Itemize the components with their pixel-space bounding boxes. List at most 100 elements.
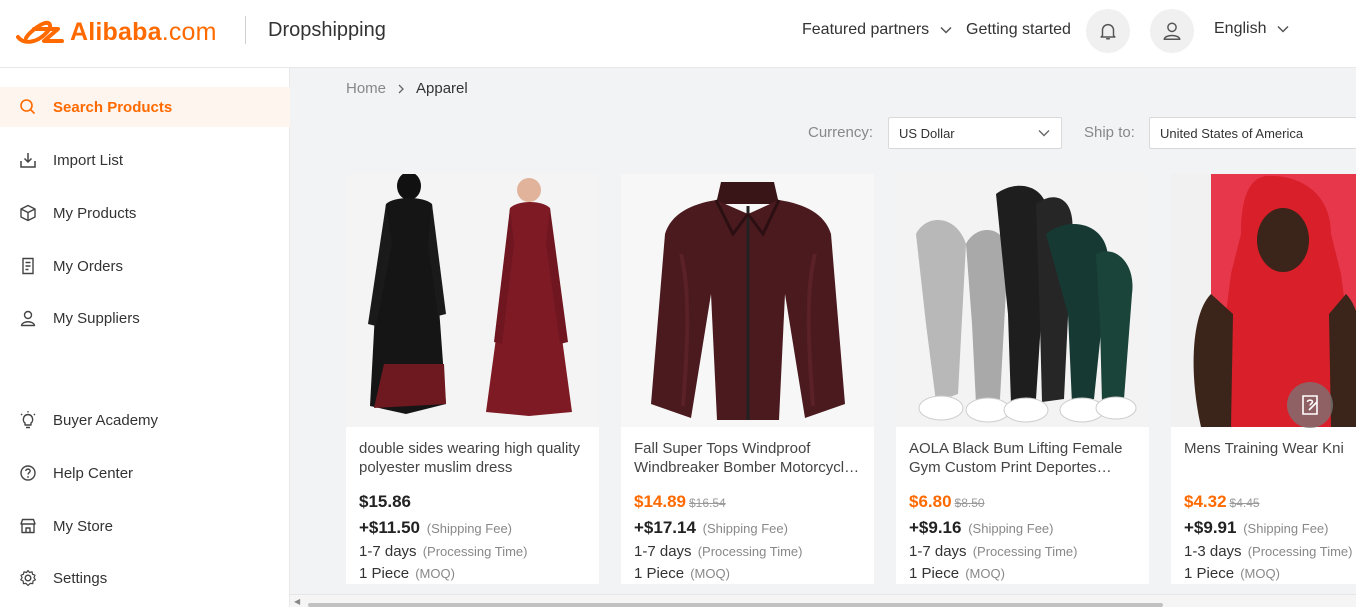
price-value: $6.80 [909, 492, 952, 511]
logo-text: Alibaba.com [70, 17, 217, 46]
processing-note: (Processing Time) [1247, 544, 1353, 559]
sidebar-item-settings[interactable]: Settings [0, 558, 290, 598]
moq-value: 1 Piece [634, 565, 685, 582]
moq-value: 1 Piece [1184, 565, 1235, 582]
product-image[interactable] [346, 174, 599, 427]
alibaba-logo[interactable]: Alibaba.com [14, 16, 217, 48]
store-icon [20, 518, 36, 534]
price-value: $4.32 [1184, 492, 1227, 511]
sidebar-item-label: Import List [53, 151, 124, 169]
moq: 1 Piece (MOQ) [634, 565, 861, 582]
product-card[interactable]: Mens Training Wear Knitted Cotton Sports… [1171, 174, 1356, 584]
product-card[interactable]: AOLA Black Bum Lifting Female Gym Custom… [896, 174, 1149, 584]
processing-time: 1-7 days (Processing Time) [634, 543, 861, 560]
price-value: $14.89 [634, 492, 686, 511]
search-icon [20, 99, 36, 115]
notifications-button[interactable] [1086, 9, 1130, 53]
original-price: $8.50 [954, 496, 985, 510]
processing-value: 1-3 days [1184, 543, 1242, 560]
sidebar-item-search-products[interactable]: Search Products [0, 87, 290, 127]
header-divider [245, 16, 246, 44]
lightbulb-icon [20, 411, 36, 429]
ship-to-label: Ship to: [1084, 124, 1135, 141]
sidebar-item-my-orders[interactable]: My Orders [0, 246, 290, 286]
product-title[interactable]: Mens Training Wear Knitted Cotton Sports… [1184, 439, 1343, 477]
moq: 1 Piece (MOQ) [1184, 565, 1343, 582]
product-image[interactable] [621, 174, 874, 427]
feedback-button[interactable] [1287, 382, 1333, 428]
breadcrumb: Home Apparel [346, 80, 468, 97]
language-selector[interactable]: English [1214, 20, 1290, 38]
sidebar-item-import-list[interactable]: Import List [0, 140, 290, 180]
sidebar-item-label: My Orders [53, 257, 124, 275]
getting-started-link[interactable]: Getting started [966, 21, 1071, 39]
user-icon [1163, 22, 1181, 40]
product-price: $14.89 $16.54 [634, 492, 861, 512]
gear-icon [20, 569, 36, 587]
product-price: $15.86 [359, 492, 586, 512]
processing-value: 1-7 days [909, 543, 967, 560]
processing-value: 1-7 days [634, 543, 692, 560]
scrollbar-thumb[interactable] [308, 603, 1163, 607]
help-icon [20, 465, 36, 481]
moq-note: (MOQ) [1240, 566, 1280, 581]
moq-value: 1 Piece [359, 565, 410, 582]
product-title[interactable]: double sides wearing high quality polyes… [359, 439, 586, 477]
box-icon [20, 204, 36, 222]
product-image[interactable] [1171, 174, 1356, 427]
processing-note: (Processing Time) [972, 544, 1078, 559]
sidebar-item-label: My Suppliers [53, 309, 140, 327]
product-title[interactable]: AOLA Black Bum Lifting Female Gym Custom… [909, 439, 1136, 477]
feedback-icon [1302, 395, 1318, 415]
shipping-fee: +$9.91 (Shipping Fee) [1184, 518, 1343, 538]
chevron-down-icon [940, 26, 952, 34]
sidebar-item-my-store[interactable]: My Store [0, 506, 290, 546]
sidebar-item-label: My Products [53, 204, 137, 222]
moq-note: (MOQ) [690, 566, 730, 581]
shipping-value: +$17.14 [634, 518, 696, 537]
original-price: $4.45 [1229, 496, 1260, 510]
sidebar-item-my-suppliers[interactable]: My Suppliers [0, 298, 290, 338]
sidebar: Search Products Import List My Products … [0, 68, 290, 607]
ship-to-value: United States of America [1160, 125, 1304, 141]
sidebar-item-my-products[interactable]: My Products [0, 193, 290, 233]
featured-partners-menu[interactable]: Featured partners [802, 21, 953, 39]
scroll-left-arrow-icon[interactable]: ◀ [294, 597, 300, 606]
sidebar-item-label: Settings [53, 569, 108, 587]
horizontal-scrollbar[interactable]: ◀ [290, 594, 1356, 607]
original-price: $16.54 [689, 496, 726, 510]
moq-value: 1 Piece [909, 565, 960, 582]
processing-note: (Processing Time) [422, 544, 528, 559]
getting-started-label: Getting started [966, 21, 1071, 38]
sidebar-item-help-center[interactable]: Help Center [0, 453, 290, 493]
sidebar-item-buyer-academy[interactable]: Buyer Academy [0, 400, 290, 440]
breadcrumb-home-link[interactable]: Home [346, 80, 386, 97]
processing-time: 1-7 days (Processing Time) [909, 543, 1136, 560]
product-title[interactable]: Fall Super Tops Windproof Windbreaker Bo… [634, 439, 861, 477]
top-header: Alibaba.com Dropshipping Featured partne… [0, 0, 1356, 68]
orders-icon [22, 257, 34, 275]
featured-partners-label: Featured partners [802, 21, 930, 38]
moq: 1 Piece (MOQ) [909, 565, 1136, 582]
processing-value: 1-7 days [359, 543, 417, 560]
processing-time: 1-7 days (Processing Time) [359, 543, 586, 560]
ship-to-select[interactable]: United States of America [1149, 117, 1356, 149]
moq: 1 Piece (MOQ) [359, 565, 586, 582]
product-price: $4.32 $4.45 [1184, 492, 1343, 512]
processing-time: 1-3 days (Processing Time) [1184, 543, 1352, 560]
sidebar-item-label: Search Products [53, 98, 173, 116]
shipping-value: +$9.16 [909, 518, 962, 537]
import-icon [20, 153, 36, 168]
currency-value: US Dollar [899, 125, 955, 141]
shipping-value: +$9.91 [1184, 518, 1237, 537]
account-button[interactable] [1150, 9, 1194, 53]
moq-note: (MOQ) [415, 566, 455, 581]
shipping-value: +$11.50 [359, 518, 420, 537]
product-card[interactable]: Fall Super Tops Windproof Windbreaker Bo… [621, 174, 874, 584]
currency-select[interactable]: US Dollar [888, 117, 1062, 149]
chevron-down-icon [1038, 130, 1050, 137]
product-image[interactable] [896, 174, 1149, 427]
shipping-note: (Shipping Fee) [426, 521, 513, 536]
chevron-down-icon [1277, 25, 1290, 33]
product-card[interactable]: double sides wearing high quality polyes… [346, 174, 599, 584]
